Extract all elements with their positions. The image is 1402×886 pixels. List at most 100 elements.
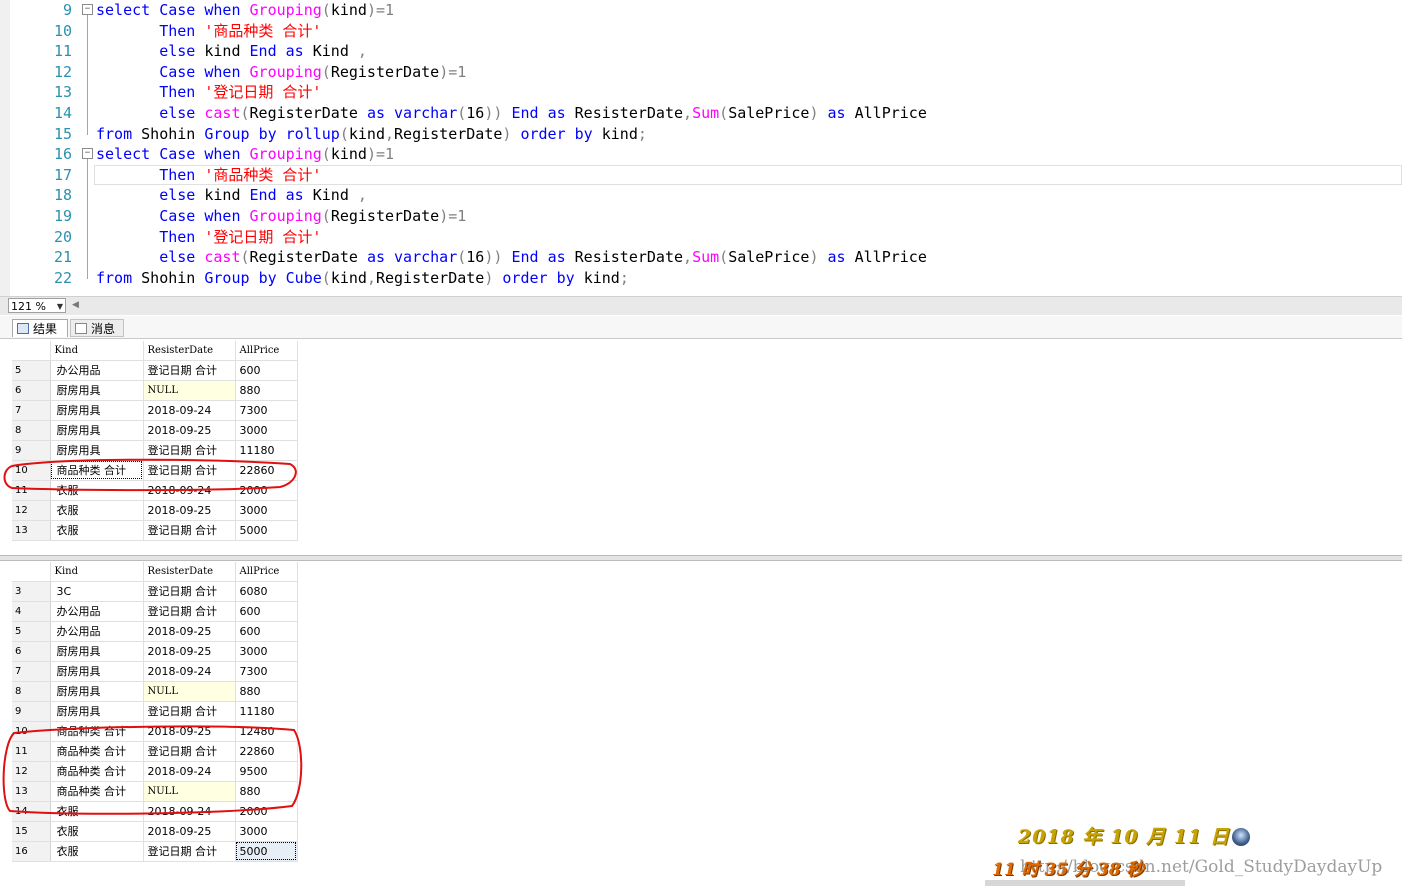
cell-kind[interactable]: 衣服 <box>50 500 144 521</box>
cell-resisterdate[interactable]: 登记日期 合计 <box>143 520 236 541</box>
cell-resisterdate[interactable]: 登记日期 合计 <box>143 460 236 481</box>
table-row[interactable]: 15 衣服 2018-09-25 3000 <box>12 821 298 842</box>
cell-resisterdate[interactable]: NULL <box>143 380 236 401</box>
cell-allprice[interactable]: 3000 <box>235 500 298 521</box>
cell-allprice[interactable]: 11180 <box>235 440 298 461</box>
cell-allprice[interactable]: 9500 <box>235 761 298 782</box>
row-number[interactable]: 13 <box>12 781 51 802</box>
cell-kind[interactable]: 商品种类 合计 <box>50 741 144 762</box>
table-row[interactable]: 6 厨房用具 NULL 880 <box>12 380 298 401</box>
column-header-allprice[interactable]: AllPrice <box>235 562 298 582</box>
table-row[interactable]: 5 办公用品 登记日期 合计 600 <box>12 360 298 381</box>
code-line[interactable]: 17 Then '商品种类 合计' <box>10 164 1402 186</box>
results-splitter[interactable] <box>0 555 1402 561</box>
code-line[interactable]: 10 Then '商品种类 合计' <box>10 20 1402 42</box>
cell-kind[interactable]: 商品种类 合计 <box>50 721 144 742</box>
cell-allprice[interactable]: 880 <box>235 681 298 702</box>
cell-allprice[interactable]: 6080 <box>235 581 298 602</box>
code-line[interactable]: 20 Then '登记日期 合计' <box>10 226 1402 248</box>
table-row[interactable]: 12 商品种类 合计 2018-09-24 9500 <box>12 761 298 782</box>
row-number[interactable]: 5 <box>12 360 51 381</box>
cell-kind[interactable]: 办公用品 <box>50 360 144 381</box>
cell-resisterdate[interactable]: 2018-09-25 <box>143 721 236 742</box>
column-header-kind[interactable]: Kind <box>50 562 144 582</box>
table-row[interactable]: 10 商品种类 合计 登记日期 合计 22860 <box>12 460 298 481</box>
cell-kind[interactable]: 厨房用具 <box>50 681 144 702</box>
cell-kind[interactable]: 商品种类 合计 <box>50 460 144 481</box>
cell-allprice[interactable]: 5000 <box>235 841 298 862</box>
cell-allprice[interactable]: 5000 <box>235 520 298 541</box>
table-row[interactable]: 16 衣服 登记日期 合计 5000 <box>12 841 298 862</box>
row-number[interactable]: 16 <box>12 841 51 862</box>
cell-allprice[interactable]: 2000 <box>235 480 298 501</box>
cell-kind[interactable]: 厨房用具 <box>50 701 144 722</box>
code-line[interactable]: 11 else kind End as Kind , <box>10 41 1402 62</box>
table-row[interactable]: 11 衣服 2018-09-24 2000 <box>12 480 298 501</box>
code-line[interactable]: 19 Case when Grouping(RegisterDate)=1 <box>10 205 1402 227</box>
cell-allprice[interactable]: 880 <box>235 380 298 401</box>
cell-resisterdate[interactable]: NULL <box>143 781 236 802</box>
table-row[interactable]: 4 办公用品 登记日期 合计 600 <box>12 601 298 622</box>
cell-resisterdate[interactable]: 2018-09-25 <box>143 500 236 521</box>
cell-kind[interactable]: 衣服 <box>50 801 144 822</box>
cell-resisterdate[interactable]: 2018-09-25 <box>143 821 236 842</box>
row-number[interactable]: 12 <box>12 500 51 521</box>
cell-allprice[interactable]: 600 <box>235 601 298 622</box>
row-number[interactable]: 7 <box>12 400 51 421</box>
tab-messages[interactable]: 消息 <box>70 319 124 337</box>
cell-kind[interactable]: 厨房用具 <box>50 661 144 682</box>
column-header-allprice[interactable]: AllPrice <box>235 341 298 361</box>
cell-kind[interactable]: 厨房用具 <box>50 440 144 461</box>
table-row[interactable]: 3 3C 登记日期 合计 6080 <box>12 581 298 602</box>
cell-allprice[interactable]: 3000 <box>235 641 298 662</box>
sql-editor[interactable]: 9− select Case when Grouping(kind)=1 10 Th… <box>0 0 1402 296</box>
cell-resisterdate[interactable]: 登记日期 合计 <box>143 440 236 461</box>
row-number[interactable]: 14 <box>12 801 51 822</box>
table-row[interactable]: 11 商品种类 合计 登记日期 合计 22860 <box>12 741 298 762</box>
cell-allprice[interactable]: 3000 <box>235 420 298 441</box>
row-number[interactable]: 8 <box>12 420 51 441</box>
table-row[interactable]: 8 厨房用具 2018-09-25 3000 <box>12 420 298 441</box>
code-line[interactable]: 18 else kind End as Kind , <box>10 185 1402 206</box>
zoom-dropdown[interactable]: 121 % ▼ <box>8 298 66 313</box>
editor-lines[interactable]: 9− select Case when Grouping(kind)=1 10 Th… <box>10 0 1402 288</box>
cell-kind[interactable]: 厨房用具 <box>50 400 144 421</box>
table-row[interactable]: 9 厨房用具 登记日期 合计 11180 <box>12 701 298 722</box>
cell-kind[interactable]: 3C <box>50 581 144 602</box>
cell-resisterdate[interactable]: 2018-09-25 <box>143 621 236 642</box>
row-number[interactable]: 4 <box>12 601 51 622</box>
cell-resisterdate[interactable]: NULL <box>143 681 236 702</box>
cell-allprice[interactable]: 12480 <box>235 721 298 742</box>
table-row[interactable]: 6 厨房用具 2018-09-25 3000 <box>12 641 298 662</box>
tab-results[interactable]: 结果 <box>12 319 68 337</box>
cell-allprice[interactable]: 11180 <box>235 701 298 722</box>
result-grid-cube[interactable]: Kind ResisterDate AllPrice 3 3C 登记日期 合计 608… <box>12 562 298 862</box>
column-header-kind[interactable]: Kind <box>50 341 144 361</box>
row-number[interactable]: 11 <box>12 741 51 762</box>
collapse-icon[interactable]: − <box>82 148 93 160</box>
cell-kind[interactable]: 衣服 <box>50 520 144 541</box>
cell-kind[interactable]: 衣服 <box>50 480 144 501</box>
table-row[interactable]: 7 厨房用具 2018-09-24 7300 <box>12 661 298 682</box>
collapse-icon[interactable]: − <box>82 4 93 15</box>
cell-kind[interactable]: 办公用品 <box>50 601 144 622</box>
table-row[interactable]: 9 厨房用具 登记日期 合计 11180 <box>12 440 298 461</box>
cell-resisterdate[interactable]: 2018-09-24 <box>143 661 236 682</box>
cell-resisterdate[interactable]: 2018-09-25 <box>143 641 236 662</box>
code-line[interactable]: 9− select Case when Grouping(kind)=1 <box>10 0 1402 34</box>
cell-allprice[interactable]: 7300 <box>235 400 298 421</box>
column-header-resisterdate[interactable]: ResisterDate <box>143 562 236 582</box>
table-row[interactable]: 12 衣服 2018-09-25 3000 <box>12 500 298 521</box>
row-number[interactable]: 10 <box>12 460 51 481</box>
row-number[interactable]: 15 <box>12 821 51 842</box>
table-row[interactable]: 14 衣服 2018-09-24 2000 <box>12 801 298 822</box>
code-line[interactable]: 21 else cast(RegisterDate as varchar(16)… <box>10 247 1402 268</box>
cell-resisterdate[interactable]: 2018-09-25 <box>143 420 236 441</box>
table-row[interactable]: 10 商品种类 合计 2018-09-25 12480 <box>12 721 298 742</box>
cell-resisterdate[interactable]: 登记日期 合计 <box>143 701 236 722</box>
cell-resisterdate[interactable]: 登记日期 合计 <box>143 741 236 762</box>
cell-allprice[interactable]: 2000 <box>235 801 298 822</box>
cell-kind[interactable]: 办公用品 <box>50 621 144 642</box>
scroll-left-icon[interactable]: ◀ <box>72 300 79 310</box>
table-row[interactable]: 5 办公用品 2018-09-25 600 <box>12 621 298 642</box>
